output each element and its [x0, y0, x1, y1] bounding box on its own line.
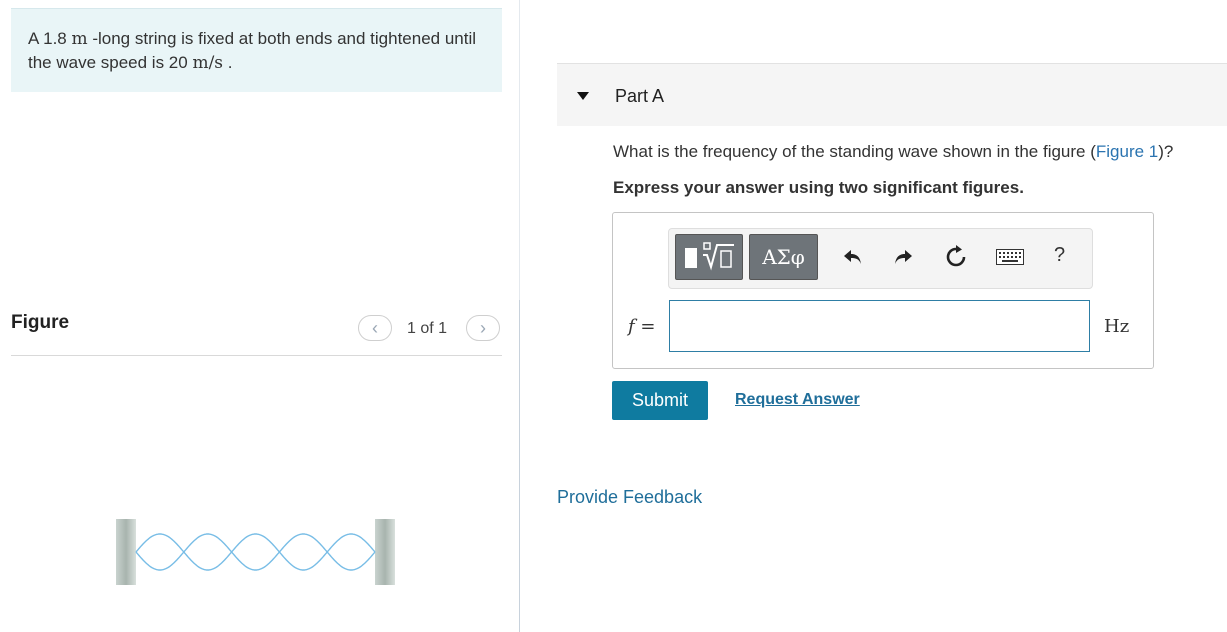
- problem-text-suffix: .: [223, 53, 233, 72]
- greek-symbols-button[interactable]: ΑΣφ: [749, 234, 818, 280]
- answer-unit: Hz: [1104, 316, 1130, 337]
- right-wall: [375, 519, 395, 585]
- frequency-answer-input[interactable]: [669, 300, 1090, 352]
- figure-pager-count: 1 of 1: [407, 320, 448, 337]
- part-a-header[interactable]: Part A: [557, 63, 1227, 126]
- answer-variable-label: f =: [628, 316, 655, 337]
- keyboard-icon[interactable]: [996, 249, 1024, 265]
- speed-unit: m/s: [192, 53, 224, 73]
- help-button[interactable]: ?: [1054, 244, 1065, 267]
- answer-variable: f: [628, 316, 635, 337]
- standing-wave-figure: [116, 519, 395, 585]
- column-divider: [519, 300, 520, 632]
- reset-icon[interactable]: [944, 245, 968, 269]
- question-suffix: )?: [1158, 142, 1174, 161]
- answer-equals: =: [634, 316, 656, 337]
- figure-link[interactable]: Figure 1: [1096, 142, 1158, 161]
- submit-button[interactable]: Submit: [612, 381, 708, 420]
- request-answer-link[interactable]: Request Answer: [735, 391, 860, 409]
- part-title: Part A: [615, 86, 665, 106]
- chevron-right-icon: ›: [480, 318, 486, 338]
- collapse-caret-icon[interactable]: [577, 92, 589, 100]
- templates-icon: [685, 242, 734, 271]
- question-text: What is the frequency of the standing wa…: [613, 142, 1173, 162]
- length-unit: m: [71, 29, 88, 49]
- problem-text: A 1.8 m -long string is fixed at both en…: [28, 27, 478, 75]
- question-prefix: What is the frequency of the standing wa…: [613, 142, 1096, 161]
- left-wall: [116, 519, 136, 585]
- redo-icon[interactable]: [891, 245, 915, 269]
- column-divider-top: [519, 0, 520, 300]
- problem-statement: A 1.8 m -long string is fixed at both en…: [11, 8, 502, 92]
- problem-text-prefix: A 1.8: [28, 29, 72, 48]
- figure-header: Figure ‹ 1 of 1 ›: [11, 304, 502, 356]
- provide-feedback-link[interactable]: Provide Feedback: [557, 487, 702, 508]
- previous-figure-button[interactable]: ‹: [358, 315, 392, 341]
- chevron-left-icon: ‹: [372, 318, 378, 338]
- next-figure-button[interactable]: ›: [466, 315, 500, 341]
- math-toolbar: ΑΣφ ?: [668, 228, 1093, 289]
- answer-instruction: Express your answer using two significan…: [613, 178, 1024, 197]
- templates-button[interactable]: [675, 234, 743, 280]
- figure-label: Figure: [11, 312, 70, 333]
- undo-icon[interactable]: [841, 245, 865, 269]
- problem-text-middle: -long string is fixed at both ends and t…: [28, 29, 477, 72]
